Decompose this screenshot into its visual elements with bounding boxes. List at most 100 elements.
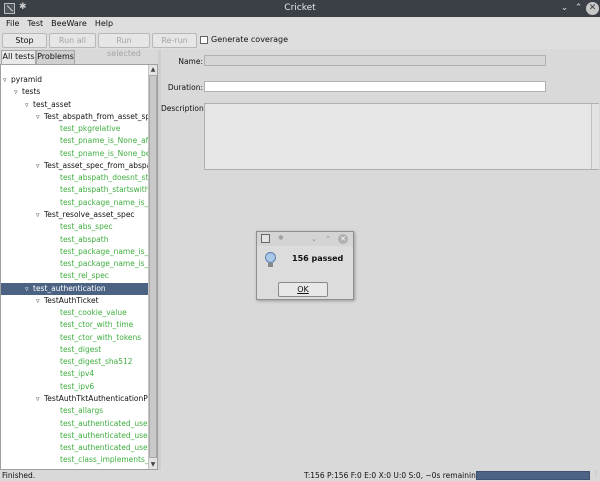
generate-coverage-label[interactable]: Generate coverage [211,35,288,44]
tree-test-row[interactable]: test_authenticated_useri [60,430,148,442]
scroll-down-icon[interactable]: ▼ [149,460,157,469]
run-all-button[interactable]: Run all [49,33,96,48]
menu-bar: File Test BeeWare Help [0,17,600,32]
menu-test[interactable]: Test [23,17,47,32]
tree-test-row[interactable]: test_ipv4 [60,368,148,380]
tree-test-row[interactable]: test_cookie_value [60,307,148,319]
expand-triangle-icon[interactable]: ▿ [36,111,44,123]
tree-test-row[interactable]: test_ctor_with_tokens [60,332,148,344]
tree-node-label: TestAuthTktAuthenticationP [44,394,148,404]
status-summary: T:156 P:156 F:0 E:0 X:0 U:0 S:0, ~0s rem… [304,471,481,480]
tree-group-row[interactable]: ▿ pyramid [3,74,148,86]
tree-test-row[interactable]: test_authenticated_useri [60,418,148,430]
tree-node-label: test_pkgrelative [60,124,121,134]
name-label: Name: [178,57,203,66]
tab-problems[interactable]: Problems [36,50,75,64]
tree-node-label: test_authenticated_useri [60,443,148,453]
tree-node-label: test_ipv6 [60,381,95,391]
menu-file[interactable]: File [2,17,23,32]
tree-group-row[interactable]: ▿ TestAuthTktAuthenticationP [36,393,148,405]
tree-test-row[interactable]: test_package_name_is_p [60,258,148,270]
expand-triangle-icon[interactable]: ▿ [36,209,44,221]
menu-help[interactable]: Help [91,17,117,32]
minimize-icon[interactable]: ⌄ [558,2,571,15]
expand-triangle-icon[interactable]: ▿ [25,283,33,295]
expand-triangle-icon[interactable]: ▿ [36,295,44,307]
dialog-maximize-icon[interactable]: ⌃ [323,234,333,244]
expand-triangle-icon[interactable]: ▿ [36,393,44,405]
tree-test-row[interactable]: test_package_name_is_N [60,246,148,258]
toolbar: Stop Run all Run selected Re-run Generat… [0,32,600,58]
tree-test-row[interactable]: test_pkgrelative [60,123,148,135]
scroll-up-icon[interactable]: ▲ [149,65,157,74]
stop-button[interactable]: Stop [2,33,47,48]
description-field[interactable] [204,103,599,170]
tree-node-label: tests [22,87,41,97]
run-selected-button[interactable]: Run selected [98,33,150,58]
tree-node-label: test_package_name_is_N [60,246,148,256]
tree-node-label: test_abs_spec [60,222,113,232]
ok-label: OK [297,285,309,294]
tree-group-row[interactable]: ▿ Test_abspath_from_asset_sp [36,111,148,123]
name-field [204,55,546,66]
tree-node-label: Test_abspath_from_asset_sp [44,111,148,121]
tree-test-row[interactable]: test_pname_is_None_bef [60,148,148,160]
maximize-icon[interactable]: ⌃ [572,2,585,15]
tree-node-label: test_digest [60,344,102,354]
tree-group-row[interactable]: ▿ Test_resolve_asset_spec [36,209,148,221]
resize-grip-icon[interactable]: ⋮ [593,471,599,480]
status-text: Finished. [2,471,36,480]
tree-test-row[interactable]: test_pname_is_None_afte [60,135,148,147]
tree-test-row[interactable]: test_abspath_startswith_ [60,184,148,196]
tree-node-label: test_allargs [60,406,104,416]
tree-test-row[interactable]: test_class_implements_I [60,454,148,466]
tree-scrollbar[interactable]: ▲ ▼ [148,65,157,469]
scrollbar-thumb[interactable] [149,75,157,458]
tree-node-label: test_abspath_startswith_ [60,185,148,195]
expand-triangle-icon[interactable]: ▿ [36,160,44,172]
tree-group-row[interactable]: ▿ test_authentication [1,282,149,295]
ok-button[interactable]: OK [278,282,328,297]
progress-bar [476,471,590,480]
dialog-app-icon [261,234,270,243]
tree-test-row[interactable]: test_authenticated_useri [60,442,148,454]
tree-test-row[interactable]: test_package_name_is_m [60,197,148,209]
test-detail-panel: Name: Duration: Description: [161,50,600,470]
menu-beeware[interactable]: BeeWare [47,17,91,32]
tree-test-row[interactable]: test_ipv6 [60,381,148,393]
tree-node-label: pyramid [11,75,43,84]
window-titlebar: ✱ Cricket ⌄ ⌃ ✕ [0,0,600,17]
dialog-pin-icon[interactable]: ✱ [278,234,284,242]
generate-coverage-checkbox[interactable] [200,36,208,44]
tree-group-row[interactable]: ▿ tests [14,86,148,98]
expand-triangle-icon[interactable]: ▿ [25,99,33,111]
tree-node-label: test_rel_spec [60,271,109,281]
tree-group-row[interactable]: ▿ TestAuthTicket [36,295,148,307]
dialog-close-icon[interactable]: ✕ [338,234,348,244]
tree-group-row[interactable]: ▿ Test_asset_spec_from_abspa [36,160,148,172]
window-title: Cricket [284,3,316,13]
tree-test-row[interactable]: test_abs_spec [60,221,148,233]
tree-test-row[interactable]: test_ctor_with_time [60,319,148,331]
expand-triangle-icon[interactable]: ▿ [14,86,22,98]
tree-test-row[interactable]: test_abspath [60,234,148,246]
description-scrollbar[interactable] [591,104,599,169]
tree-test-row[interactable]: test_allargs [60,405,148,417]
tree-test-row[interactable]: test_abspath_doesnt_sta [60,172,148,184]
test-tree[interactable]: ▿ pyramid ▿ tests ▿ test_asset ▿ Test_abspath_f… [0,64,158,470]
tree-test-row[interactable]: test_digest_sha512 [60,356,148,368]
tab-all-tests[interactable]: All tests [1,50,36,64]
close-icon[interactable]: ✕ [586,2,599,15]
tree-node-label: test_authentication [33,283,106,293]
tree-test-row[interactable]: test_digest [60,344,148,356]
tree-node-label: test_digest_sha512 [60,357,133,367]
tree-group-row[interactable]: ▿ test_asset [25,99,148,111]
tree-test-row[interactable]: test_rel_spec [60,270,148,282]
lightbulb-icon [265,252,276,263]
tree-node-label: Test_resolve_asset_spec [44,209,135,219]
tree-node-label: test_package_name_is_p [60,259,148,269]
rerun-button[interactable]: Re-run [152,33,197,48]
expand-triangle-icon[interactable]: ▿ [3,74,11,86]
duration-label: Duration: [167,83,203,92]
dialog-minimize-icon[interactable]: ⌄ [309,234,319,244]
